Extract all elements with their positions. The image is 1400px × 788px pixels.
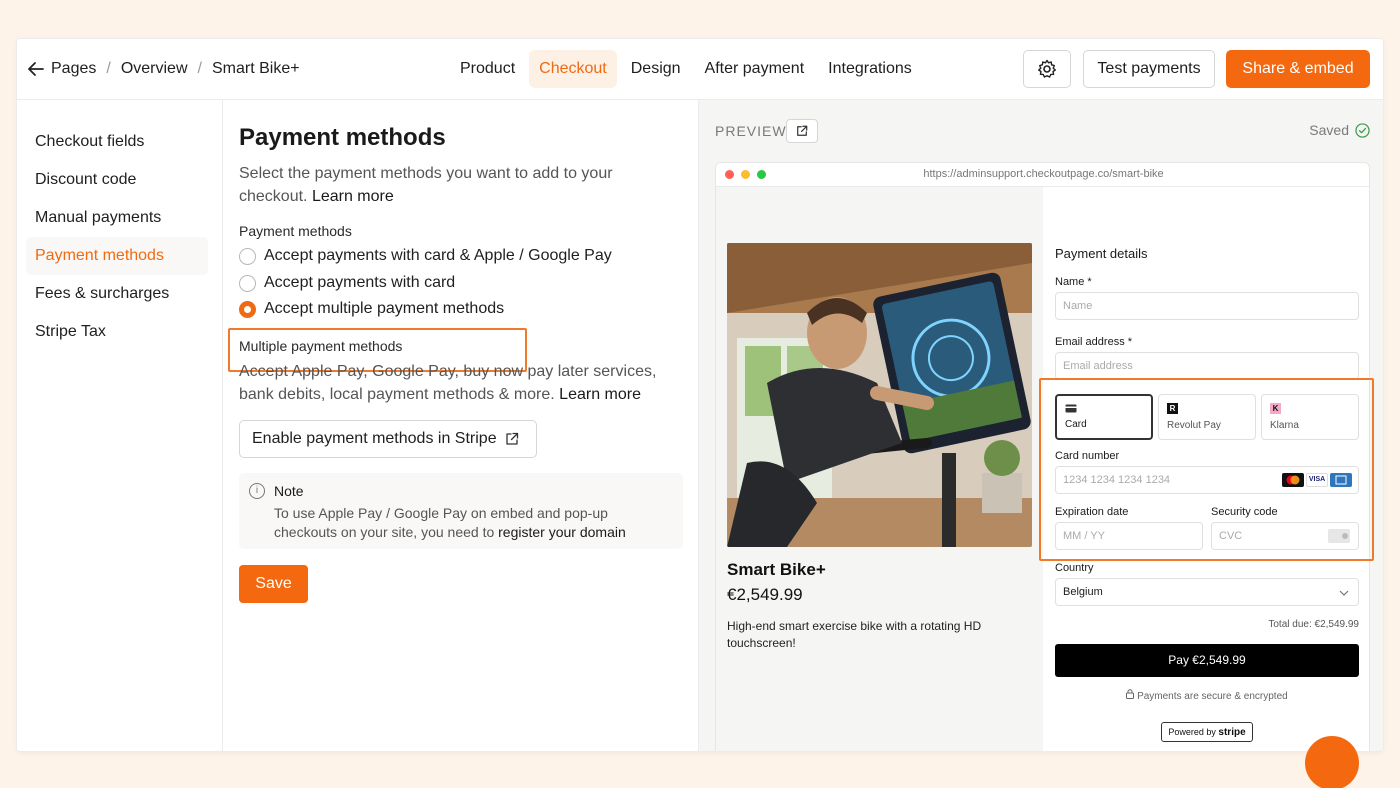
- option-card-wallets[interactable]: Accept payments with card & Apple / Goog…: [239, 247, 612, 265]
- check-circle-icon: [1355, 122, 1370, 138]
- pay-button[interactable]: Pay €2,549.99: [1055, 644, 1359, 677]
- name-input[interactable]: Name: [1055, 292, 1359, 320]
- back-arrow-icon[interactable]: [27, 59, 45, 79]
- open-preview-button[interactable]: [786, 119, 818, 143]
- product-photo: [727, 243, 1032, 547]
- sidebar-item-discount-code[interactable]: Discount code: [26, 161, 208, 199]
- email-input[interactable]: Email address: [1055, 352, 1359, 380]
- page-title: Payment methods: [239, 124, 446, 151]
- name-label: Name *: [1055, 276, 1092, 288]
- payment-methods-panel: Payment methods Select the payment metho…: [223, 100, 698, 751]
- browser-url: https://adminsupport.checkoutpage.co/sma…: [923, 168, 1164, 180]
- section-label: Payment methods: [239, 223, 352, 239]
- tab-design[interactable]: Design: [621, 50, 691, 88]
- description-text: Select the payment methods you want to a…: [239, 165, 613, 205]
- country-value: Belgium: [1063, 586, 1103, 598]
- help-chat-button[interactable]: [1305, 736, 1359, 788]
- button-label: Enable payment methods in Stripe: [252, 430, 497, 447]
- browser-bar: https://adminsupport.checkoutpage.co/sma…: [716, 163, 1369, 187]
- total-due: Total due: €2,549.99: [1268, 619, 1359, 630]
- gear-icon: [1038, 59, 1056, 78]
- sidebar-item-manual-payments[interactable]: Manual payments: [26, 199, 208, 237]
- tab-product[interactable]: Product: [450, 50, 525, 88]
- powered-text: Powered by: [1168, 727, 1216, 737]
- preview-label: PREVIEW: [715, 123, 787, 139]
- learn-more-link[interactable]: Learn more: [312, 188, 394, 205]
- saved-text: Saved: [1309, 122, 1349, 138]
- option-card[interactable]: Accept payments with card: [239, 274, 455, 292]
- test-payments-button[interactable]: Test payments: [1083, 50, 1215, 88]
- option-label: Accept multiple payment methods: [264, 300, 505, 317]
- country-select[interactable]: Belgium: [1055, 578, 1359, 606]
- settings-button[interactable]: [1023, 50, 1071, 88]
- tab-bar: Product Checkout Design After payment In…: [450, 50, 926, 88]
- learn-more-link[interactable]: Learn more: [559, 386, 641, 403]
- radio-button-selected[interactable]: [239, 300, 256, 318]
- product-image: [727, 243, 1032, 547]
- option-label: Accept payments with card: [264, 274, 456, 291]
- powered-by-stripe-badge[interactable]: Powered by stripe: [1161, 722, 1253, 742]
- breadcrumb-pages[interactable]: Pages: [51, 60, 96, 78]
- breadcrumb-separator: /: [197, 60, 202, 77]
- tab-after-payment[interactable]: After payment: [695, 50, 815, 88]
- email-label: Email address *: [1055, 336, 1133, 348]
- note-text: To use Apple Pay / Google Pay on embed a…: [274, 504, 674, 542]
- highlight-frame-payment-element: [1039, 378, 1374, 561]
- breadcrumb-separator: /: [106, 60, 111, 77]
- settings-sidebar: Checkout fields Discount code Manual pay…: [17, 100, 223, 751]
- stripe-logo: stripe: [1218, 727, 1246, 738]
- lock-icon: [1126, 689, 1135, 699]
- breadcrumb-overview[interactable]: Overview: [121, 60, 188, 78]
- external-link-icon: [505, 432, 518, 445]
- sidebar-item-payment-methods[interactable]: Payment methods: [26, 237, 208, 275]
- radio-button[interactable]: [239, 247, 256, 265]
- sidebar-item-fees-surcharges[interactable]: Fees & surcharges: [26, 275, 208, 313]
- secure-text: Payments are secure & encrypted: [1137, 691, 1288, 702]
- option-multiple[interactable]: Accept multiple payment methods: [239, 300, 504, 318]
- sidebar-item-stripe-tax[interactable]: Stripe Tax: [26, 313, 208, 351]
- save-button[interactable]: Save: [239, 565, 308, 603]
- info-icon: i: [249, 483, 265, 499]
- tab-checkout[interactable]: Checkout: [529, 50, 617, 88]
- breadcrumb: Pages / Overview / Smart Bike+: [51, 60, 300, 78]
- product-price: €2,549.99: [727, 585, 803, 604]
- radio-button[interactable]: [239, 274, 256, 292]
- enable-stripe-button[interactable]: Enable payment methods in Stripe: [239, 420, 537, 458]
- chevron-down-icon: [1339, 590, 1349, 596]
- product-description: High-end smart exercise bike with a rota…: [727, 619, 982, 650]
- note-title: Note: [274, 483, 304, 499]
- option-label: Accept payments with card & Apple / Goog…: [264, 247, 612, 264]
- external-link-icon: [797, 125, 808, 136]
- register-domain-link[interactable]: register your domain: [498, 524, 626, 540]
- tab-integrations[interactable]: Integrations: [818, 50, 922, 88]
- product-name: Smart Bike+: [727, 560, 826, 579]
- top-bar: Pages / Overview / Smart Bike+ Product C…: [17, 39, 1383, 100]
- secure-note: Payments are secure & encrypted: [1043, 689, 1369, 702]
- sidebar-item-checkout-fields[interactable]: Checkout fields: [26, 123, 208, 161]
- multiple-methods-description: Accept Apple Pay, Google Pay, buy now pa…: [239, 360, 679, 406]
- breadcrumb-current: Smart Bike+: [211, 60, 300, 77]
- note-box: i Note To use Apple Pay / Google Pay on …: [239, 473, 683, 549]
- page-description: Select the payment methods you want to a…: [239, 162, 679, 208]
- share-embed-button[interactable]: Share & embed: [1226, 50, 1370, 88]
- country-label: Country: [1055, 562, 1094, 574]
- payment-details-title: Payment details: [1055, 246, 1148, 261]
- saved-status: Saved: [1309, 122, 1370, 138]
- multiple-methods-label: Multiple payment methods: [239, 338, 403, 354]
